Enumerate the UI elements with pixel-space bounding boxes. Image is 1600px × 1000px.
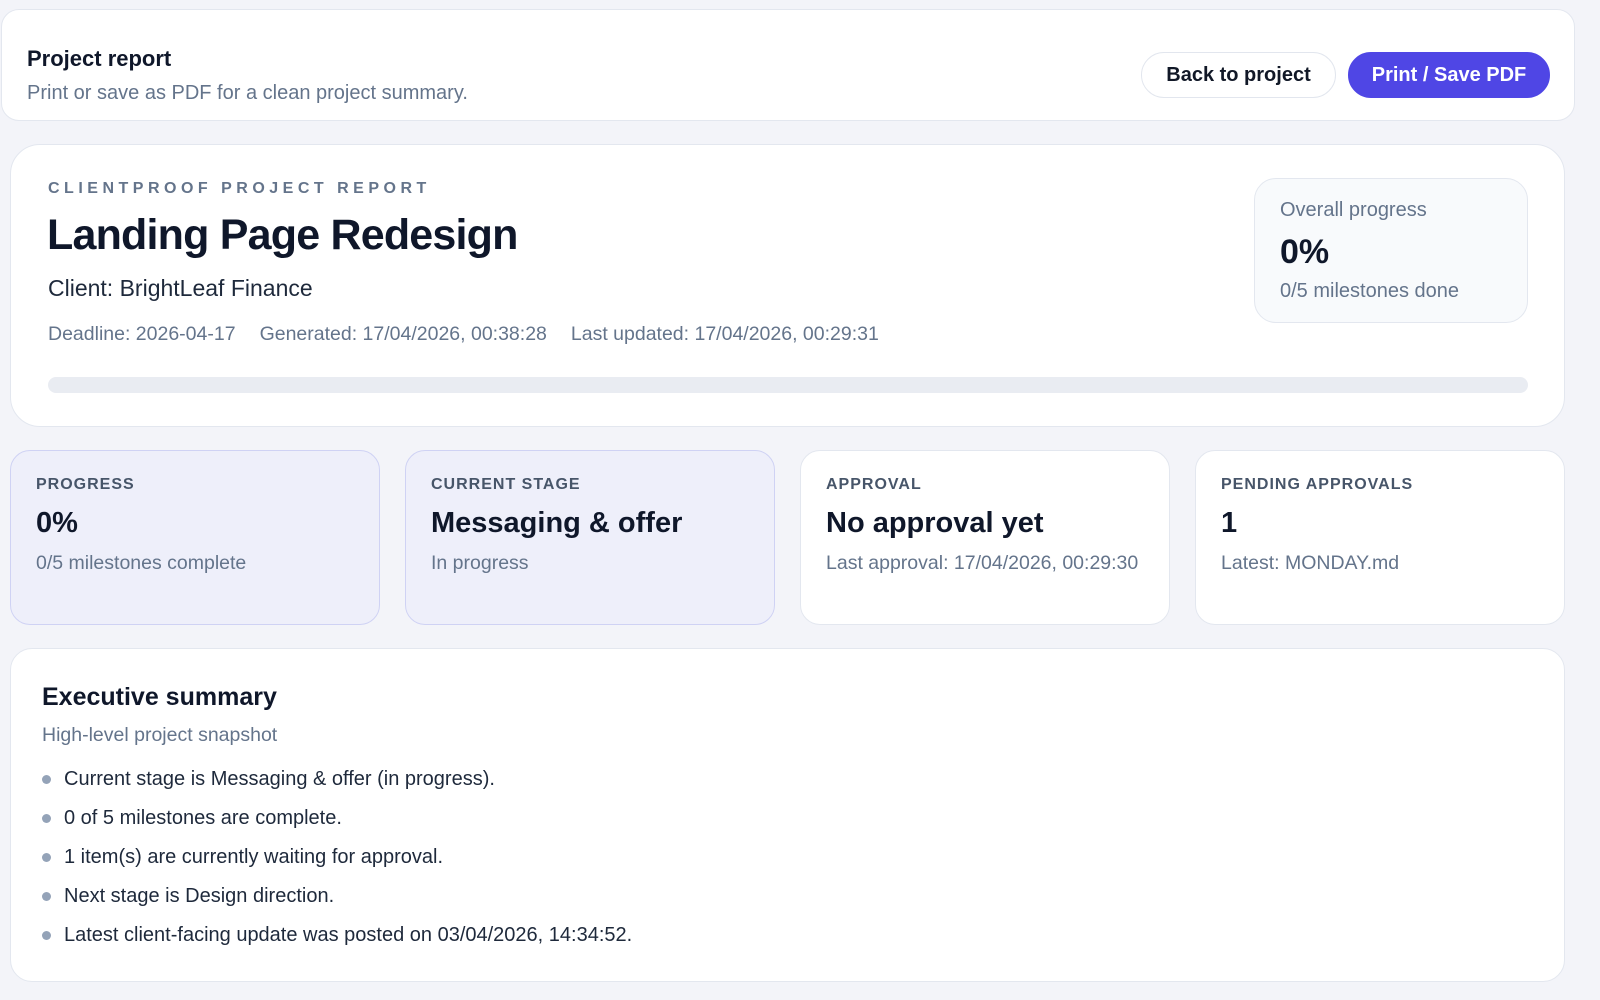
bullet-icon <box>42 814 51 823</box>
summary-subtitle: High-level project snapshot <box>42 724 278 746</box>
stat-card-current-stage: CURRENT STAGE Messaging & offer In progr… <box>405 450 775 625</box>
stat-card-approval: APPROVAL No approval yet Last approval: … <box>800 450 1170 625</box>
toolbar-subtitle: Print or save as PDF for a clean project… <box>27 82 468 104</box>
list-item-text: Current stage is Messaging & offer (in p… <box>64 768 495 790</box>
stat-subtext: Last approval: 17/04/2026, 00:29:30 <box>826 552 1139 574</box>
stat-value: 1 <box>1221 507 1238 539</box>
stat-value: No approval yet <box>826 507 1044 539</box>
deadline-text: Deadline: 2026-04-17 <box>48 323 236 345</box>
stat-subtext: Latest: MONDAY.md <box>1221 552 1400 574</box>
bullet-icon <box>42 853 51 862</box>
summary-list: Current stage is Messaging & offer (in p… <box>42 766 632 961</box>
list-item-text: Latest client-facing update was posted o… <box>64 924 633 946</box>
print-save-pdf-button[interactable]: Print / Save PDF <box>1348 52 1550 98</box>
bullet-icon <box>42 775 51 784</box>
bullet-icon <box>42 931 51 940</box>
generated-text: Generated: 17/04/2026, 00:38:28 <box>259 323 547 345</box>
last-updated-text: Last updated: 17/04/2026, 00:29:31 <box>570 323 879 345</box>
stat-card-pending-approvals: PENDING APPROVALS 1 Latest: MONDAY.md <box>1195 450 1565 625</box>
stat-label: PENDING APPROVALS <box>1221 476 1414 493</box>
list-item: 0 of 5 milestones are complete. <box>42 805 632 844</box>
list-item: Latest client-facing update was posted o… <box>42 922 632 961</box>
overall-progress-card: Overall progress 0% 0/5 milestones done <box>1254 178 1528 323</box>
client-name: Client: BrightLeaf Finance <box>48 275 313 301</box>
summary-title: Executive summary <box>42 683 277 711</box>
overall-progress-value: 0% <box>1280 233 1330 271</box>
progress-bar <box>48 377 1528 393</box>
stat-subtext: 0/5 milestones complete <box>36 552 247 574</box>
report-page: Project report Print or save as PDF for … <box>0 0 1600 1000</box>
executive-summary-card: Executive summary High-level project sna… <box>10 648 1565 982</box>
list-item-text: Next stage is Design direction. <box>64 885 335 907</box>
list-item: 1 item(s) are currently waiting for appr… <box>42 844 632 883</box>
toolbar-title: Project report <box>27 46 172 71</box>
report-toolbar: Project report Print or save as PDF for … <box>1 9 1575 121</box>
project-meta: Deadline: 2026-04-17 Generated: 17/04/20… <box>48 323 879 346</box>
list-item-text: 0 of 5 milestones are complete. <box>64 807 342 829</box>
stat-value: 0% <box>36 507 78 539</box>
stat-subtext: In progress <box>431 552 529 574</box>
project-title: Landing Page Redesign <box>47 211 518 259</box>
stat-label: PROGRESS <box>36 476 135 493</box>
overall-progress-label: Overall progress <box>1280 199 1427 221</box>
stat-label: APPROVAL <box>826 476 922 493</box>
stat-value: Messaging & offer <box>431 507 683 539</box>
list-item: Current stage is Messaging & offer (in p… <box>42 766 632 805</box>
project-header-card: CLIENTPROOF PROJECT REPORT Landing Page … <box>10 144 1565 427</box>
stat-card-progress: PROGRESS 0% 0/5 milestones complete <box>10 450 380 625</box>
back-to-project-button[interactable]: Back to project <box>1141 52 1336 98</box>
list-item-text: 1 item(s) are currently waiting for appr… <box>64 846 444 868</box>
list-item: Next stage is Design direction. <box>42 883 632 922</box>
bullet-icon <box>42 892 51 901</box>
report-eyebrow: CLIENTPROOF PROJECT REPORT <box>48 180 431 197</box>
overall-progress-milestones: 0/5 milestones done <box>1280 280 1460 302</box>
stat-label: CURRENT STAGE <box>431 476 581 493</box>
